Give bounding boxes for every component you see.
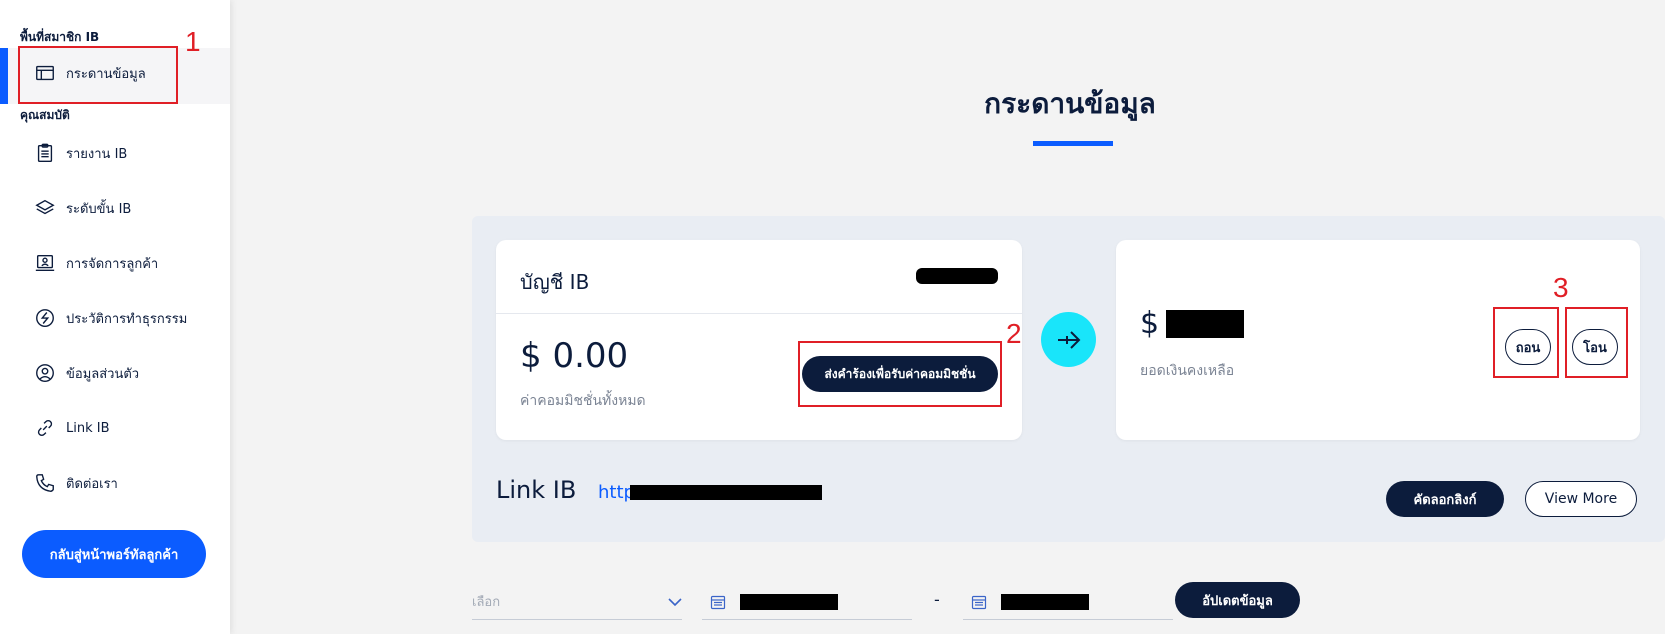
- sidebar-item-label: ระดับขั้น IB: [66, 201, 132, 217]
- balance-card: $ ยอดเงินคงเหลือ ถอน โอน: [1116, 240, 1640, 440]
- sidebar-item-label: รายงาน IB: [66, 146, 128, 162]
- balance-caption: ยอดเงินคงเหลือ: [1140, 363, 1235, 379]
- sidebar-item-transaction-history[interactable]: ประวัติการทำธุรกรรม: [34, 307, 187, 329]
- copy-link-button[interactable]: คัดลอกลิงก์: [1386, 481, 1504, 517]
- annotation-box-1: [18, 46, 178, 104]
- sidebar-item-label: ประวัติการทำธุรกรรม: [66, 311, 188, 327]
- commission-caption: ค่าคอมมิชชั่นทั้งหมด: [520, 393, 646, 409]
- sidebar-item-label: ติดต่อเรา: [66, 476, 118, 492]
- back-to-client-portal-button[interactable]: กลับสู่หน้าพอร์ทัลลูกค้า: [22, 530, 206, 578]
- link-icon: [37, 419, 53, 437]
- monitor-user-icon: [35, 254, 55, 272]
- redacted-balance: [1166, 310, 1244, 338]
- annotation-box-3b: [1565, 307, 1628, 378]
- title-underline: [1033, 141, 1113, 146]
- filter-select-placeholder: เลือก: [472, 595, 501, 610]
- update-data-button[interactable]: อัปเดตข้อมูล: [1175, 582, 1300, 618]
- chevron-down-icon: [668, 597, 682, 606]
- annotation-number-3: 3: [1553, 272, 1569, 303]
- sidebar-item-personal-info[interactable]: ข้อมูลส่วนตัว: [34, 362, 139, 384]
- ib-account-card-header: บัญชี IB: [496, 240, 1022, 314]
- phone-icon: [36, 474, 54, 492]
- annotation-box-2: [798, 341, 1002, 407]
- section-title-properties: คุณสมบัติ: [20, 108, 70, 122]
- annotation-number-1: 1: [185, 26, 201, 57]
- start-date-field[interactable]: [702, 584, 912, 620]
- sidebar-item-client-management[interactable]: การจัดการลูกค้า: [34, 252, 158, 274]
- end-date-field[interactable]: [963, 584, 1173, 620]
- user-circle-icon: [36, 364, 54, 382]
- sidebar-item-label: Link IB: [66, 420, 110, 436]
- link-ib-label: Link IB: [496, 476, 577, 504]
- sidebar-item-ib-report[interactable]: รายงาน IB: [34, 142, 127, 164]
- active-indicator: [0, 48, 8, 104]
- date-range-separator: -: [934, 590, 940, 609]
- sidebar-item-link-ib[interactable]: Link IB: [34, 417, 110, 439]
- ib-account-title: บัญชี IB: [520, 270, 590, 294]
- filter-select[interactable]: เลือก: [472, 584, 682, 620]
- transfer-arrow: [1041, 312, 1096, 367]
- sidebar-item-label: ข้อมูลส่วนตัว: [66, 366, 140, 382]
- page-title: กระดานข้อมูล: [984, 87, 1156, 120]
- sidebar-item-contact-us[interactable]: ติดต่อเรา: [34, 472, 118, 494]
- annotation-number-2: 2: [1006, 318, 1022, 349]
- calendar-icon: [710, 595, 726, 609]
- calendar-icon: [971, 595, 987, 609]
- annotation-box-3a: [1493, 307, 1559, 378]
- sidebar-item-label: การจัดการลูกค้า: [66, 256, 159, 272]
- sidebar-item-ib-levels[interactable]: ระดับขั้น IB: [34, 197, 131, 219]
- redacted-start-date: [740, 593, 838, 610]
- redacted-end-date: [1001, 593, 1089, 610]
- balance-currency: $: [1140, 306, 1160, 341]
- arrow-right-icon: [1057, 330, 1080, 349]
- redacted-account-number: [916, 268, 998, 284]
- section-title-member-area: พื้นที่สมาชิก IB: [20, 30, 100, 44]
- ib-account-card: บัญชี IB $ 0.00 ค่าคอมมิชชั่นทั้งหมด ส่ง…: [496, 240, 1022, 440]
- clipboard-icon: [37, 143, 53, 162]
- view-more-button[interactable]: View More: [1525, 481, 1637, 517]
- layers-icon: [35, 199, 55, 215]
- redacted-link: [630, 485, 822, 500]
- commission-amount: $ 0.00: [520, 336, 629, 376]
- transaction-icon: [36, 309, 54, 327]
